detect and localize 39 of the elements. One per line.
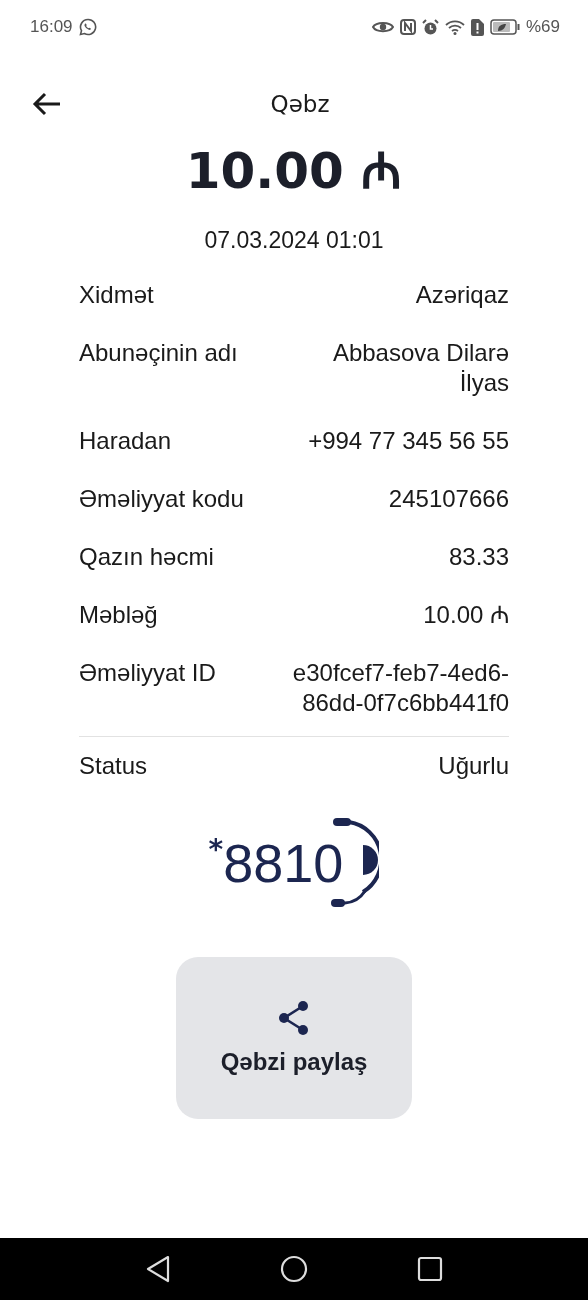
detail-label: Qazın həcmi bbox=[79, 542, 214, 572]
share-button[interactable]: Qəbzi paylaş bbox=[176, 957, 412, 1119]
logo-number: 8810 bbox=[223, 832, 344, 895]
sim-alert-icon bbox=[470, 18, 484, 36]
status-label: Status bbox=[79, 751, 148, 781]
recents-nav-button[interactable] bbox=[417, 1256, 444, 1282]
detail-value: +994 77 345 56 55 bbox=[308, 426, 509, 456]
detail-label: Əməliyyat ID bbox=[79, 658, 216, 688]
alarm-icon bbox=[421, 18, 439, 36]
detail-value: e30fcef7-feb7-4ed6-86dd-0f7c6bb441f0 bbox=[291, 658, 509, 718]
detail-value: 83.33 bbox=[448, 542, 509, 572]
chat-icon bbox=[78, 18, 97, 36]
detail-label: Əməliyyat kodu bbox=[79, 484, 244, 514]
detail-value: 245107666 bbox=[388, 484, 509, 514]
receipt-date: 07.03.2024 01:01 bbox=[203, 227, 385, 254]
status-value: Uğurlu bbox=[438, 751, 509, 781]
home-nav-button[interactable] bbox=[280, 1255, 308, 1283]
detail-label: Haradan bbox=[79, 426, 172, 456]
share-icon bbox=[277, 1000, 311, 1036]
detail-label: Məbləğ bbox=[79, 600, 158, 630]
triangle-icon bbox=[144, 1255, 171, 1283]
battery-icon bbox=[489, 19, 520, 35]
nfc-icon bbox=[399, 19, 416, 35]
detail-value: 10.00 ₼ bbox=[423, 600, 509, 630]
detail-value: Abbasova Dilarə İlyas bbox=[331, 338, 509, 398]
eye-icon bbox=[371, 20, 394, 34]
back-nav-button[interactable] bbox=[144, 1255, 171, 1283]
detail-label: Abunəçinin adı bbox=[79, 338, 238, 368]
battery-percent: %69 bbox=[525, 17, 560, 37]
detail-value: Azəriqaz bbox=[415, 280, 509, 310]
receipt-amount: 10.00 ₼ bbox=[184, 141, 404, 202]
circle-icon bbox=[280, 1255, 308, 1283]
logo-asterisk: * bbox=[208, 833, 224, 866]
page-title: Qəbz bbox=[270, 91, 330, 117]
back-arrow-icon bbox=[32, 92, 62, 116]
detail-label: Xidmət bbox=[79, 280, 154, 310]
square-icon bbox=[417, 1256, 444, 1282]
clock: 16:09 bbox=[30, 17, 73, 37]
wifi-icon bbox=[444, 19, 465, 35]
